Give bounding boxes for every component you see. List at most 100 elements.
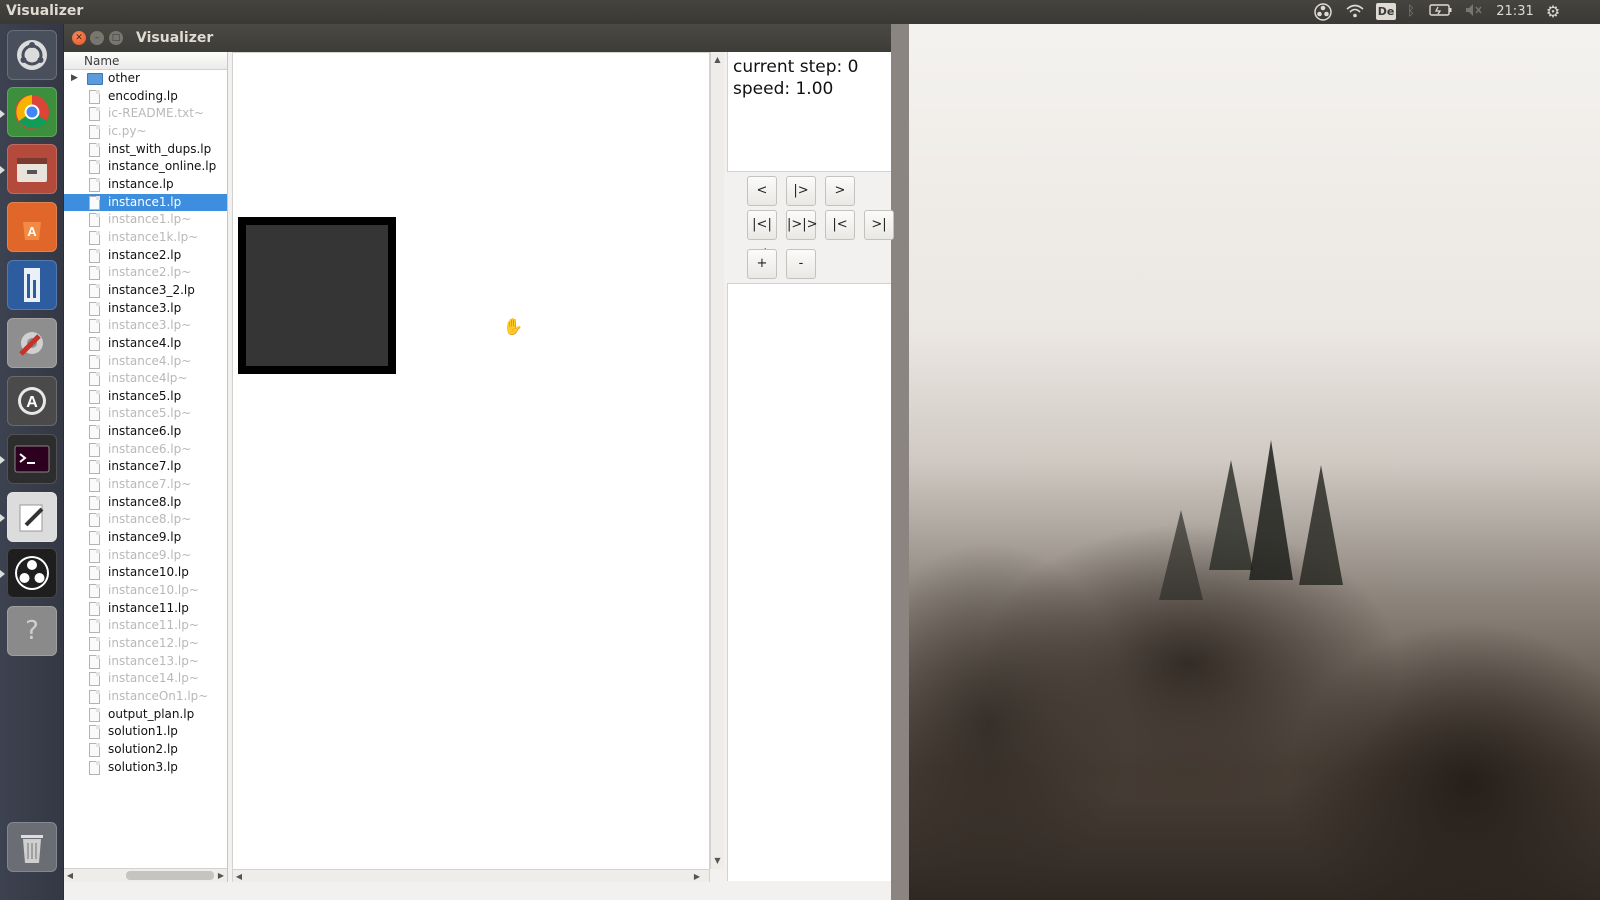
file-row[interactable]: instance4.lp [64,335,227,353]
file-label: instance4lp~ [108,371,188,386]
file-row[interactable]: ic.py~ [64,123,227,141]
svg-text:A: A [26,394,38,411]
keyboard-layout-indicator[interactable]: De [1376,3,1396,20]
scroll-left-arrow-icon[interactable]: ◀ [64,869,76,882]
file-icon [89,478,100,493]
system-settings-icon[interactable] [7,318,57,368]
file-row[interactable]: instance13.lp~ [64,653,227,671]
file-row[interactable]: inst_with_dups.lp [64,141,227,159]
file-row[interactable]: instance.lp [64,176,227,194]
column-header-name[interactable]: Name [64,52,227,70]
file-icon [89,654,100,669]
file-row[interactable]: instance7.lp~ [64,476,227,494]
step-back-button[interactable]: < [747,176,777,206]
play-button[interactable]: |> [786,176,816,206]
svg-text:A: A [27,224,37,239]
scroll-right-arrow-icon[interactable]: ▶ [215,869,227,882]
file-label: encoding.lp [108,88,178,103]
status-bar [64,882,891,900]
file-row[interactable]: instance_online.lp [64,158,227,176]
file-row[interactable]: instance3.lp [64,300,227,318]
ubuntu-home-icon[interactable] [7,30,57,80]
file-row[interactable]: instanceOn1.lp~ [64,688,227,706]
help-icon[interactable]: ? [7,606,57,656]
play-backward-button[interactable]: |<|< [747,210,777,260]
file-row[interactable]: instance10.lp~ [64,582,227,600]
close-icon[interactable]: ✕ [72,31,86,45]
file-row[interactable]: instance6.lp~ [64,441,227,459]
file-row[interactable]: instance11.lp~ [64,617,227,635]
file-row[interactable]: instance1.lp [64,193,227,212]
canvas-horizontal-scrollbar[interactable]: ◀ ▶ [233,869,709,883]
file-row[interactable]: instance1.lp~ [64,211,227,229]
obs-tray-icon[interactable] [1312,3,1334,21]
libreoffice-icon[interactable] [7,260,57,310]
wifi-icon[interactable] [1344,3,1366,21]
chrome-icon[interactable] [7,87,57,137]
fast-play-button[interactable]: |>|> [786,210,818,240]
file-row[interactable]: encoding.lp [64,88,227,106]
maximize-icon[interactable]: □ [109,31,123,45]
scroll-up-arrow-icon[interactable]: ▲ [711,54,724,66]
file-row[interactable]: instance9.lp~ [64,547,227,565]
step-forward-button[interactable]: > [825,176,855,206]
file-row[interactable]: instance8.lp~ [64,511,227,529]
file-row[interactable]: solution3.lp [64,759,227,777]
volume-muted-icon[interactable] [1462,3,1484,21]
speed-up-button[interactable]: + [747,249,777,279]
text-editor-icon[interactable] [7,492,57,542]
expander-arrow-icon[interactable]: ▶ [71,70,78,88]
file-row[interactable]: instance2.lp [64,247,227,265]
file-row[interactable]: solution2.lp [64,741,227,759]
file-icon [89,407,100,422]
visualization-canvas[interactable]: ✋ ◀ ▶ [232,52,710,883]
file-icon [89,584,100,599]
file-row[interactable]: instance2.lp~ [64,264,227,282]
terminal-icon[interactable] [7,434,57,484]
window-titlebar[interactable]: ✕ – □ Visualizer [64,24,891,52]
scroll-down-arrow-icon[interactable]: ▼ [711,855,724,867]
file-row[interactable]: ic-README.txt~ [64,105,227,123]
folder-row-other[interactable]: ▶ other [64,70,227,88]
file-row[interactable]: output_plan.lp [64,706,227,724]
file-row[interactable]: instance4.lp~ [64,353,227,371]
file-tree: Name ▶ other encoding.lp ic-README.txt~ ic… [64,52,228,882]
file-tree-horizontal-scrollbar[interactable]: ◀ ▶ [64,868,227,882]
file-label: instance6.lp~ [108,441,192,456]
file-row[interactable]: instance5.lp [64,388,227,406]
file-label: ic.py~ [108,123,147,138]
software-updater-icon[interactable]: A [7,376,57,426]
file-row[interactable]: instance5.lp~ [64,405,227,423]
trash-icon[interactable] [7,822,57,872]
speed-down-button[interactable]: - [786,249,816,279]
file-row[interactable]: instance6.lp [64,423,227,441]
file-row[interactable]: instance10.lp [64,564,227,582]
canvas-vertical-scrollbar[interactable]: ▲ ▼ [710,52,724,869]
file-row[interactable]: instance1k.lp~ [64,229,227,247]
file-row[interactable]: instance12.lp~ [64,635,227,653]
file-row[interactable]: instance8.lp [64,494,227,512]
battery-icon[interactable] [1428,3,1454,21]
file-manager-icon[interactable] [7,144,57,194]
go-to-end-button[interactable]: >| [864,210,894,240]
obs-icon[interactable] [7,548,57,598]
file-row[interactable]: instance3.lp~ [64,317,227,335]
software-center-icon[interactable]: A [7,202,57,252]
go-to-start-button[interactable]: |< [825,210,855,240]
file-icon [89,425,100,440]
file-label: instance5.lp [108,388,182,403]
clock[interactable]: 21:31 [1494,3,1536,21]
minimize-icon[interactable]: – [90,31,104,45]
file-row[interactable]: solution1.lp [64,723,227,741]
bluetooth-icon[interactable]: ᛒ [1404,3,1418,21]
file-row[interactable]: instance3_2.lp [64,282,227,300]
file-row[interactable]: instance4lp~ [64,370,227,388]
file-row[interactable]: instance7.lp [64,458,227,476]
scrollbar-thumb[interactable] [126,871,214,880]
current-step-label: current step: 0 [733,57,859,77]
file-row[interactable]: instance9.lp [64,529,227,547]
file-row[interactable]: instance11.lp [64,600,227,618]
file-row[interactable]: instance14.lp~ [64,670,227,688]
file-label: instance7.lp [108,459,182,474]
settings-gear-icon[interactable]: ⚙ [1542,3,1564,21]
